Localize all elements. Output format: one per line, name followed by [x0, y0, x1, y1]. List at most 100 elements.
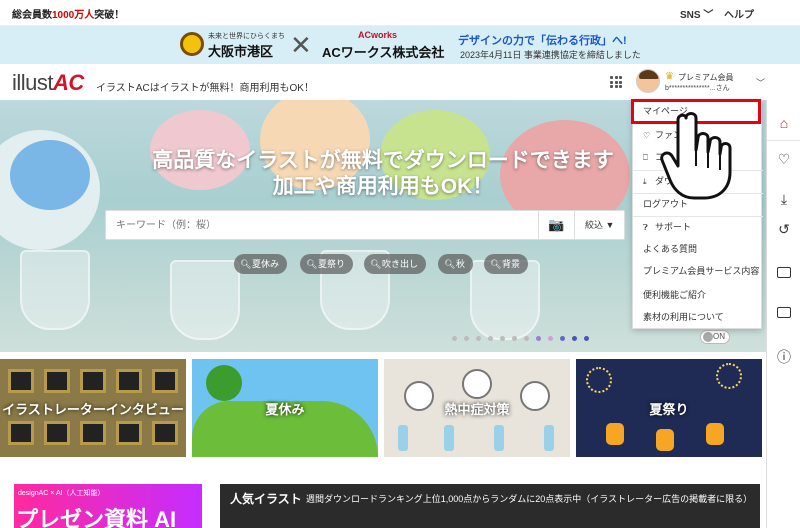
tag-chip[interactable]: 🔍︎ 背景 [484, 254, 529, 274]
portrait-frame [44, 421, 70, 445]
search-icon: 🔍︎ [370, 259, 382, 269]
menu-item-faq[interactable]: よくある質問 [633, 238, 763, 260]
member-count-prefix: 総会員数 [12, 10, 52, 21]
search-icon: 🔍︎ [490, 259, 502, 269]
acworks-name: ACワークス株式会社 [322, 45, 445, 60]
menu-item-label: よくある質問 [643, 244, 698, 254]
tag-chip[interactable]: 🔍︎ 吹き出し [364, 254, 427, 274]
announcement-subtext: 2023年4月11日 事業連携協定を締結しました [460, 50, 641, 60]
cross-icon: ✕ [290, 30, 312, 60]
tag-label: 吹き出し [382, 259, 419, 269]
acworks-logo: ACworks [358, 30, 398, 40]
logo-text: illust [12, 70, 54, 95]
bottle-illustration [444, 425, 454, 451]
tag-label: 夏休み [252, 259, 280, 269]
avatar[interactable] [636, 69, 660, 93]
tag-chip[interactable]: 🔍︎ 秋 [438, 254, 474, 274]
category-tile-heatstroke[interactable]: 熱中症対策 [384, 359, 570, 457]
banner-small-text: designAC × AI（人工知能） [18, 490, 105, 497]
menu-item-label: プレミアム会員サービス内容 [643, 266, 760, 276]
category-tile-summer-festival[interactable]: 夏祭り [576, 359, 762, 457]
heart-icon: ♡ [643, 131, 651, 140]
home-icon[interactable]: ⌂ [771, 110, 797, 136]
portrait-frame [44, 369, 70, 393]
heart-icon[interactable]: ♡ [771, 146, 797, 172]
tile-label: 夏祭り [649, 402, 689, 417]
search-icon: 🔍︎ [240, 259, 252, 269]
menu-item-label: サポート [655, 222, 692, 232]
tag-label: 背景 [502, 259, 521, 269]
search-icon: 🔍︎ [444, 259, 456, 269]
divider [767, 140, 800, 141]
carousel-dot[interactable] [464, 336, 469, 341]
carousel-dot[interactable] [584, 336, 589, 341]
carousel-dot[interactable] [452, 336, 457, 341]
carousel-dots [452, 336, 602, 344]
search-input[interactable] [106, 211, 538, 239]
carousel-dot[interactable] [476, 336, 481, 341]
category-tile-summer-vacation[interactable]: 夏休み [192, 359, 378, 457]
help-link[interactable]: ヘルプ [724, 6, 754, 21]
designac-ai-banner[interactable]: designAC × AI（人工知能） プレゼン資料 AI [14, 484, 202, 528]
portrait-frame [8, 369, 34, 393]
username[interactable]: b***************...さん [665, 83, 730, 93]
carousel-dot[interactable] [548, 336, 553, 341]
crown-icon: ♛ [665, 71, 674, 82]
tree-illustration [206, 365, 242, 401]
history-icon[interactable]: ↺ [771, 216, 797, 242]
carousel-dot[interactable] [572, 336, 577, 341]
lantern-illustration [656, 429, 674, 451]
right-sidebar: ⌂ ♡ ⤓ ↺ ⓘ [766, 100, 800, 528]
folder-add-icon[interactable] [771, 296, 797, 322]
tile-label: 夏休み [265, 402, 305, 417]
menu-item-premium-services[interactable]: プレミアム会員サービス内容 [633, 260, 763, 282]
carousel-dot[interactable] [488, 336, 493, 341]
category-tile-interview[interactable]: イラストレーターインタビュー [0, 359, 186, 457]
sunflower-icon [180, 32, 204, 56]
chevron-down-icon[interactable]: ﹀ [756, 76, 765, 89]
minatoku-name: 大阪市港区 [208, 44, 274, 59]
tile-label: 熱中症対策 [444, 402, 510, 417]
top-bar: 総会員数1000万人突破！ SNS ﹀ ヘルプ [0, 0, 800, 26]
pointer-hand-icon [660, 112, 732, 200]
chevron-down-icon: ﹀ [703, 10, 714, 21]
carousel-dot[interactable] [512, 336, 517, 341]
bottle-illustration [494, 425, 504, 451]
menu-item-label: 便利機能ご紹介 [643, 290, 707, 300]
carousel-dot[interactable] [524, 336, 529, 341]
member-count-suffix: 突破！ [94, 10, 125, 21]
banner-big-text: プレゼン資料 AI [16, 507, 177, 528]
filter-dropdown[interactable]: 絞込 ▼ [574, 211, 626, 239]
portrait-frame [152, 369, 178, 393]
menu-item-usage-terms[interactable]: 素材の利用について [633, 306, 763, 328]
bookmark-icon: ⎕ [643, 153, 648, 162]
menu-item-features[interactable]: 便利機能ご紹介 [633, 284, 763, 306]
apps-grid-icon[interactable] [610, 76, 622, 88]
carousel-dot[interactable] [560, 336, 565, 341]
carousel-dot[interactable] [536, 336, 541, 341]
member-count-value: 1000万人 [52, 10, 95, 21]
site-tagline: イラストACはイラストが無料！商用利用もOK！ [96, 83, 314, 94]
search-bar: 📷 絞込 ▼ [105, 210, 625, 240]
tag-chip[interactable]: 🔍︎ 夏休み [234, 254, 288, 274]
sns-menu[interactable]: SNS ﹀ [680, 6, 713, 21]
announcement-banner[interactable]: 未来と世界にひらくまち 大阪市港区 ✕ ACworks ACワークス株式会社 デ… [0, 26, 800, 64]
menu-item-support[interactable]: ❓︎ サポート [633, 216, 763, 238]
carousel-toggle[interactable]: ON [700, 330, 730, 344]
help-icon[interactable]: ⓘ [771, 344, 797, 370]
site-header: illustAC イラストACはイラストが無料！商用利用もOK！ ♛ プレミアム… [0, 64, 766, 100]
bottle-illustration [398, 425, 408, 451]
camera-icon[interactable]: 📷 [538, 211, 574, 239]
sns-label: SNS [680, 10, 701, 21]
tag-chip[interactable]: 🔍︎ 夏祭り [300, 254, 354, 274]
tag-label: 秋 [456, 259, 466, 269]
download-icon[interactable]: ⤓ [771, 186, 797, 212]
menu-item-label: 素材の利用について [643, 312, 724, 322]
portrait-frame [80, 421, 106, 445]
carousel-dot[interactable] [500, 336, 505, 341]
folder-icon[interactable] [771, 256, 797, 282]
illustac-logo[interactable]: illustAC [12, 70, 84, 96]
announcement-headline: デザインの力で「伝わる行政」へ! [458, 35, 627, 47]
lantern-illustration [606, 423, 624, 445]
portrait-frame [116, 421, 142, 445]
